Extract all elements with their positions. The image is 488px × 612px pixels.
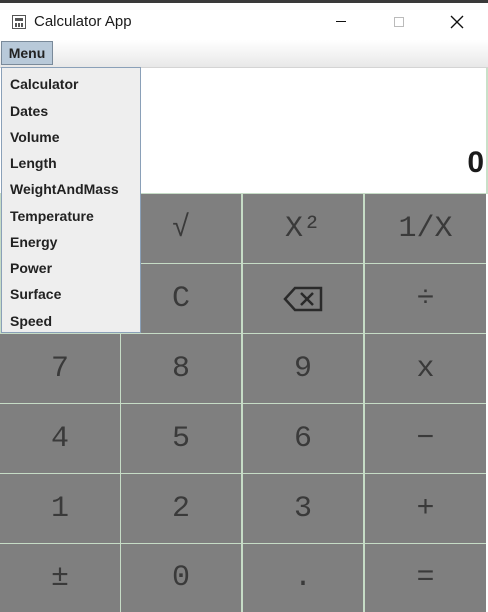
menu-item-temperature[interactable]: Temperature bbox=[10, 207, 94, 225]
calculator-icon bbox=[12, 14, 26, 29]
menu-dropdown: Calculator Dates Volume Length WeightAnd… bbox=[1, 67, 141, 333]
menu-item-volume[interactable]: Volume bbox=[10, 128, 60, 146]
key-3[interactable]: 3 bbox=[243, 474, 363, 543]
minimize-button[interactable] bbox=[318, 3, 364, 40]
minimize-icon bbox=[336, 21, 346, 22]
menu-item-weight-and-mass[interactable]: WeightAndMass bbox=[10, 180, 119, 198]
reciprocal-key[interactable]: 1/X bbox=[365, 194, 486, 263]
multiply-key[interactable]: x bbox=[365, 334, 486, 403]
maximize-icon bbox=[394, 16, 404, 27]
close-icon bbox=[450, 15, 464, 28]
menu-item-energy[interactable]: Energy bbox=[10, 233, 57, 251]
key-2[interactable]: 2 bbox=[121, 474, 241, 543]
plus-key[interactable]: + bbox=[365, 474, 486, 543]
divide-key[interactable]: ÷ bbox=[365, 264, 486, 333]
menu-bar: Menu bbox=[0, 40, 488, 68]
window-title: Calculator App bbox=[34, 13, 132, 30]
title-bar: Calculator App bbox=[0, 3, 488, 40]
key-5[interactable]: 5 bbox=[121, 404, 241, 473]
menu-item-length[interactable]: Length bbox=[10, 154, 57, 172]
maximize-button[interactable] bbox=[376, 3, 422, 40]
menu-item-dates[interactable]: Dates bbox=[10, 102, 48, 120]
display-value: 0 bbox=[467, 146, 484, 179]
key-6[interactable]: 6 bbox=[243, 404, 363, 473]
close-button[interactable] bbox=[434, 3, 480, 40]
menu-button[interactable]: Menu bbox=[1, 41, 53, 65]
decimal-key[interactable]: . bbox=[243, 544, 363, 612]
plus-minus-key[interactable]: ± bbox=[0, 544, 120, 612]
key-9[interactable]: 9 bbox=[243, 334, 363, 403]
backspace-icon bbox=[283, 286, 323, 311]
backspace-key[interactable] bbox=[243, 264, 363, 333]
menu-item-surface[interactable]: Surface bbox=[10, 285, 61, 303]
minus-key[interactable]: − bbox=[365, 404, 486, 473]
square-key[interactable]: X² bbox=[243, 194, 363, 263]
key-0[interactable]: 0 bbox=[121, 544, 241, 612]
menu-item-calculator[interactable]: Calculator bbox=[10, 75, 78, 93]
key-7[interactable]: 7 bbox=[0, 334, 120, 403]
menu-item-speed[interactable]: Speed bbox=[10, 312, 52, 330]
key-8[interactable]: 8 bbox=[121, 334, 241, 403]
key-4[interactable]: 4 bbox=[0, 404, 120, 473]
equals-key[interactable]: = bbox=[365, 544, 486, 612]
menu-item-power[interactable]: Power bbox=[10, 259, 52, 277]
key-1[interactable]: 1 bbox=[0, 474, 120, 543]
